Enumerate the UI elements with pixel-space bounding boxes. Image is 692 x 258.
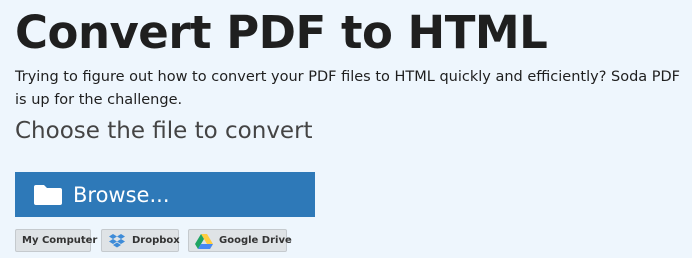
browse-label: Browse... [73, 182, 170, 207]
dropbox-button[interactable]: Dropbox [101, 229, 180, 252]
dropbox-label: Dropbox [132, 235, 180, 246]
my-computer-button[interactable]: My Computer [15, 229, 97, 252]
my-computer-label: My Computer [22, 235, 98, 246]
browse-button[interactable]: Browse... [15, 172, 315, 217]
google-drive-icon [195, 233, 213, 249]
dropbox-icon [108, 233, 126, 249]
page: Convert PDF to HTML Trying to figure out… [0, 0, 692, 258]
choose-file-heading: Choose the file to convert [15, 118, 313, 144]
google-drive-label: Google Drive [219, 235, 292, 246]
google-drive-button[interactable]: Google Drive [188, 229, 292, 252]
page-title: Convert PDF to HTML [15, 6, 548, 59]
page-description: Trying to figure out how to convert your… [15, 69, 681, 108]
folder-icon [33, 184, 63, 206]
